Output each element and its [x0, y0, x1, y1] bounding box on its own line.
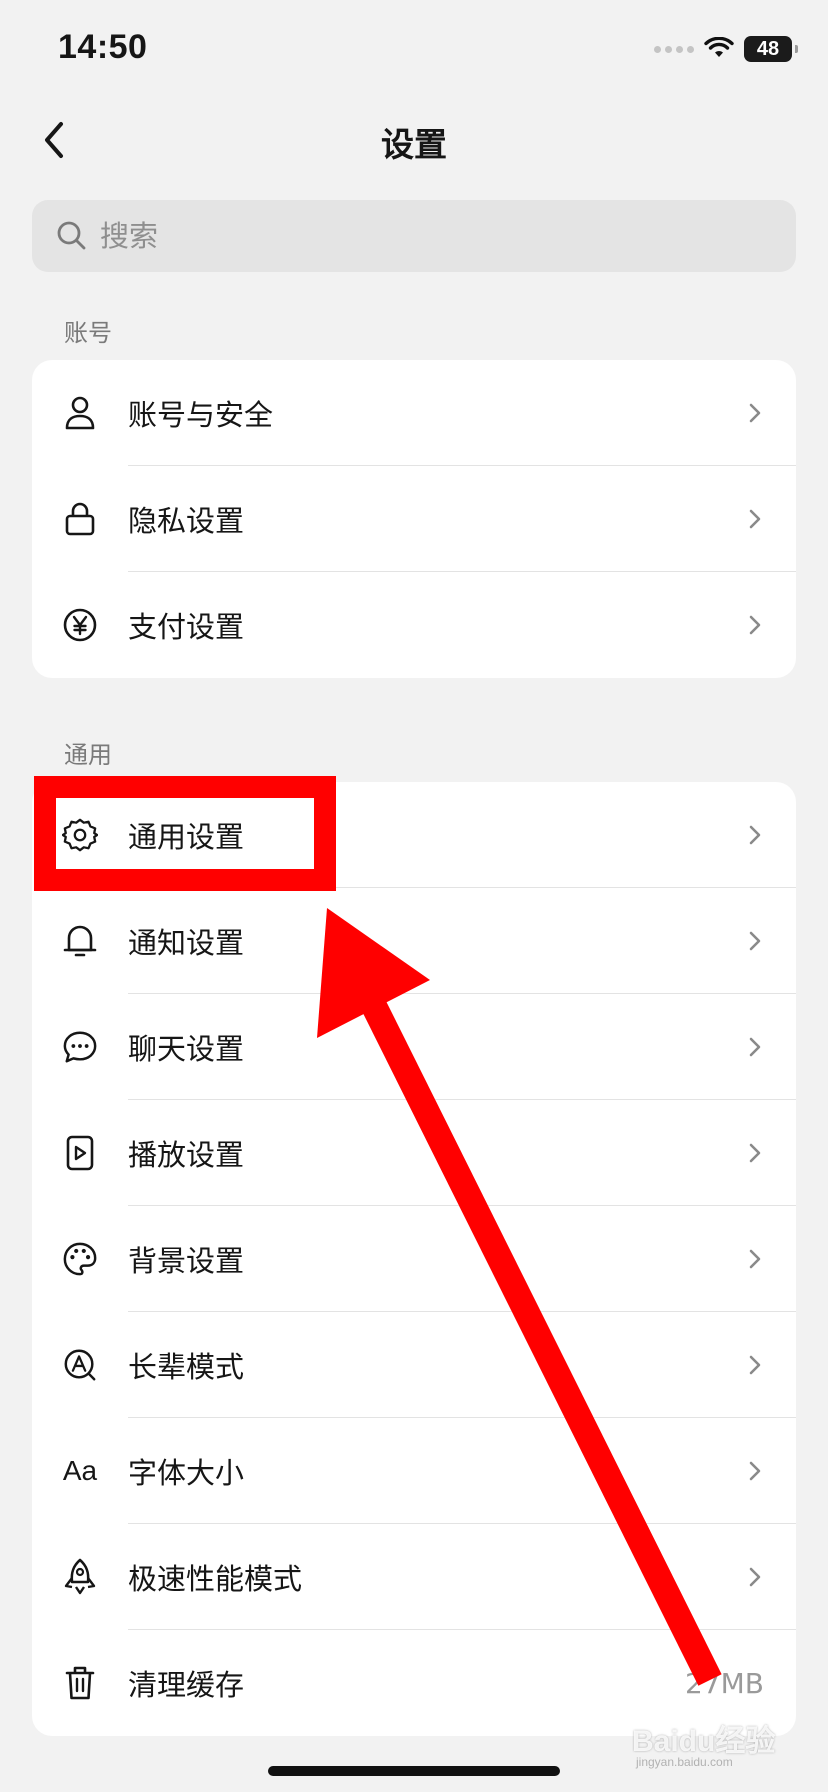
wifi-icon	[704, 37, 734, 57]
settings-item-playback[interactable]: 播放设置	[32, 1100, 796, 1206]
account-card: 账号与安全 隐私设置 支付设置	[32, 360, 796, 678]
settings-item-label: 字体大小	[128, 1456, 245, 1490]
chevron-right-icon	[749, 825, 761, 845]
settings-item-label: 隐私设置	[128, 504, 245, 538]
settings-item-label: 通知设置	[128, 926, 245, 960]
chevron-right-icon	[749, 1249, 761, 1269]
settings-item-chat[interactable]: 聊天设置	[32, 994, 796, 1100]
chevron-right-icon	[749, 1567, 761, 1587]
user-icon	[62, 395, 98, 431]
chevron-right-icon	[749, 1461, 761, 1481]
settings-item-label: 极速性能模式	[128, 1562, 303, 1596]
rocket-icon	[62, 1558, 98, 1595]
status-bar: 14:50 48	[0, 0, 828, 100]
settings-item-label: 背景设置	[128, 1244, 245, 1278]
settings-item-background[interactable]: 背景设置	[32, 1206, 796, 1312]
nav-bar: 设置	[0, 100, 828, 182]
status-indicators: 48	[654, 34, 798, 64]
status-time: 14:50	[58, 28, 148, 66]
yuan-icon	[62, 607, 98, 643]
settings-item-notification[interactable]: 通知设置	[32, 888, 796, 994]
search-bar[interactable]	[32, 200, 796, 272]
settings-item-privacy[interactable]: 隐私设置	[32, 466, 796, 572]
chevron-right-icon	[749, 1037, 761, 1057]
elder-mode-icon	[62, 1347, 98, 1383]
settings-item-performance-mode[interactable]: 极速性能模式	[32, 1524, 796, 1630]
palette-icon	[62, 1241, 98, 1277]
settings-item-elder-mode[interactable]: 长辈模式	[32, 1312, 796, 1418]
search-input[interactable]	[100, 219, 700, 253]
chevron-right-icon	[749, 403, 761, 423]
bell-icon	[62, 923, 98, 959]
settings-item-account-security[interactable]: 账号与安全	[32, 360, 796, 466]
settings-item-label: 支付设置	[128, 610, 245, 644]
page-title: 设置	[381, 125, 447, 164]
battery-level: 48	[756, 37, 780, 60]
search-icon	[57, 221, 86, 250]
font-size-icon: Aa	[62, 1455, 98, 1486]
settings-item-label: 长辈模式	[128, 1350, 245, 1384]
chevron-right-icon	[749, 1355, 761, 1375]
settings-item-general[interactable]: 通用设置	[32, 782, 796, 888]
settings-item-label: 账号与安全	[128, 398, 274, 432]
section-label-general: 通用	[64, 741, 112, 769]
settings-item-label: 清理缓存	[128, 1668, 245, 1702]
chat-bubble-icon	[62, 1029, 98, 1065]
settings-item-font-size[interactable]: Aa 字体大小	[32, 1418, 796, 1524]
battery-icon: 48	[744, 36, 798, 62]
gear-icon	[62, 817, 98, 853]
cache-size-value: 27MB	[685, 1666, 764, 1700]
watermark-logo: Baidu经验	[632, 1725, 776, 1758]
chevron-right-icon	[749, 1143, 761, 1163]
settings-item-label: 聊天设置	[128, 1032, 245, 1066]
lock-icon	[62, 501, 98, 537]
watermark-url: jingyan.baidu.com	[636, 1755, 733, 1769]
chevron-right-icon	[749, 509, 761, 529]
play-icon	[62, 1135, 98, 1171]
settings-item-label: 通用设置	[128, 820, 245, 854]
chevron-right-icon	[749, 615, 761, 635]
home-indicator[interactable]	[268, 1766, 560, 1776]
signal-icon	[654, 45, 694, 53]
general-card: 通用设置 通知设置 聊天设置 播放设置 背景设置 长辈模式 Aa 字体大小 极速…	[32, 782, 796, 1736]
section-label-account: 账号	[64, 319, 112, 347]
settings-item-label: 播放设置	[128, 1138, 245, 1172]
chevron-right-icon	[749, 931, 761, 951]
settings-item-payment[interactable]: 支付设置	[32, 572, 796, 678]
trash-icon	[62, 1665, 98, 1701]
